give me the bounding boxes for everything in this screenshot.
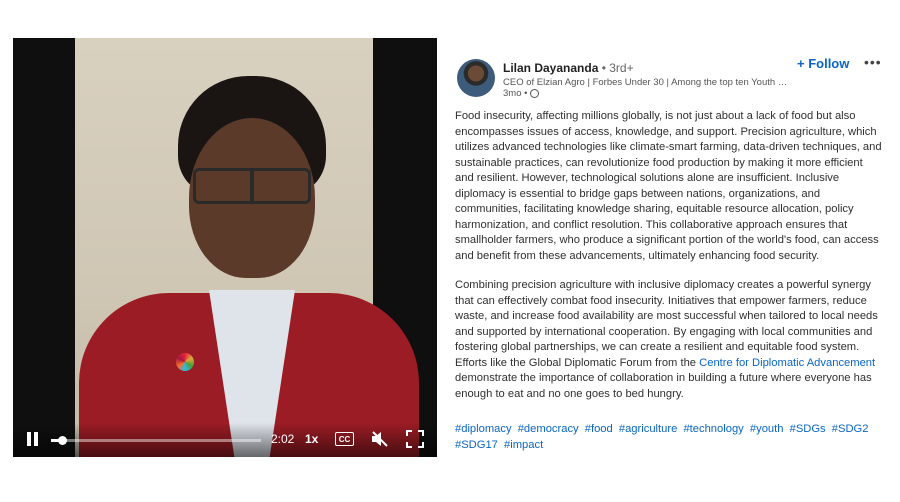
speed-button[interactable]: 1x [305,432,318,446]
hashtag-list: #diplomacy #democracy #food #agriculture… [455,421,883,453]
video-player[interactable]: 2:02 1x CC [13,38,437,457]
captions-icon[interactable]: CC [335,432,354,446]
hashtag-link[interactable]: #democracy [518,423,579,435]
post-meta: 3mo • [503,88,540,99]
pause-icon[interactable] [25,430,39,448]
hashtag-link[interactable]: #youth [750,423,784,435]
video-letterbox-left [13,38,75,457]
follow-button[interactable]: + Follow [797,56,849,71]
mute-icon[interactable] [370,429,390,449]
sdg-pin [176,353,194,371]
progress-bar[interactable] [51,436,261,445]
fullscreen-icon[interactable] [406,430,424,448]
paragraph-2-text: Combining precision agriculture with inc… [455,279,878,369]
hashtag-link[interactable]: #SDG17 [455,439,498,451]
mention-link[interactable]: Centre for Diplomatic Advancement [699,357,875,369]
post-paragraph-2: Combining precision agriculture with inc… [455,278,883,402]
author-name[interactable]: Lilan Dayananda [503,61,598,75]
hashtag-link[interactable]: #food [585,423,613,435]
globe-icon [530,89,540,98]
post-paragraph-1: Food insecurity, affecting millions glob… [455,110,882,262]
author-headline: CEO of Elzian Agro | Forbes Under 30 | A… [503,77,789,88]
author-name-row[interactable]: Lilan Dayananda • 3rd+ [503,61,634,75]
video-controls: 2:02 1x CC [13,423,437,457]
hashtag-link[interactable]: #SDG2 [832,423,869,435]
post-body: Food insecurity, affecting millions glob… [455,109,883,416]
hashtag-link[interactable]: #impact [504,439,543,451]
progress-knob[interactable] [57,436,67,445]
paragraph-2-text-end: demonstrate the importance of collaborat… [455,372,872,400]
connection-degree: • 3rd+ [598,61,634,75]
post-age: 3mo • [503,88,528,99]
hashtag-link[interactable]: #SDGs [790,423,826,435]
hashtag-link[interactable]: #technology [683,423,743,435]
hashtag-link[interactable]: #diplomacy [455,423,512,435]
time-display: 2:02 [271,432,295,446]
more-options-icon[interactable]: ••• [864,54,882,70]
avatar[interactable] [457,59,495,97]
hashtag-link[interactable]: #agriculture [619,423,677,435]
speaker-glasses [193,168,311,204]
